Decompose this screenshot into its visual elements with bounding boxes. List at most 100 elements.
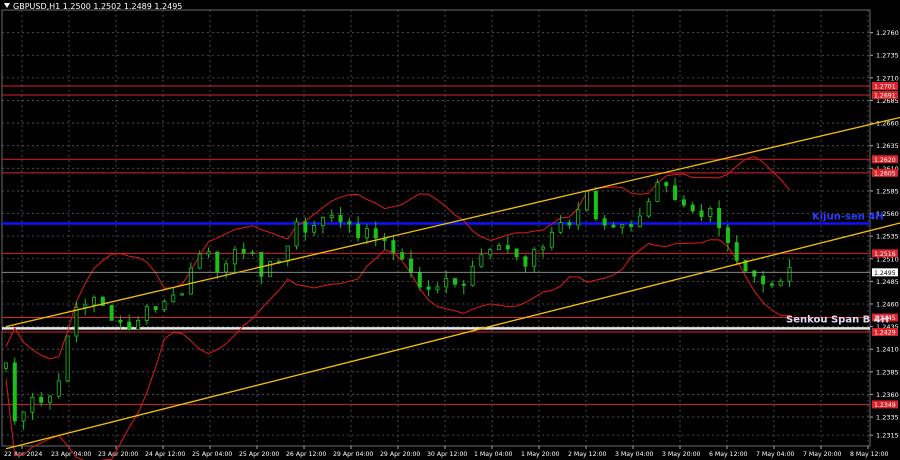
symbol-ohlc-text: GBPUSD,H1 1.2500 1.2502 1.2489 1.2495 (13, 2, 183, 11)
candle-body (127, 321, 132, 330)
candle-body (488, 249, 493, 256)
candle-body (699, 210, 704, 217)
candle-body (171, 294, 176, 302)
candle-body (338, 214, 343, 223)
candle-body (479, 254, 484, 267)
y-tick-label: 1.2760 (876, 29, 899, 37)
candle-body (30, 396, 35, 413)
y-tick-label: 1.2335 (876, 414, 899, 422)
candle-body (585, 191, 590, 211)
candle-body (646, 201, 651, 217)
candle-body (505, 245, 510, 250)
candle-body (241, 248, 246, 254)
candle-body (206, 251, 211, 255)
candle-body (21, 411, 26, 422)
x-tick-label: 30 Apr 12:00 (427, 451, 467, 458)
candle-body (593, 191, 598, 220)
x-tick-label: 29 Apr 04:00 (333, 451, 373, 458)
senkou-span-b-label: Senkou Span B 4H (786, 314, 889, 325)
y-tick-label: 1.2460 (876, 300, 899, 308)
candle-body (373, 228, 378, 239)
y-tick-label: 1.2385 (876, 368, 899, 376)
candle-body (611, 224, 616, 228)
candle-body (232, 248, 237, 265)
x-tick-label: 23 Apr 04:00 (51, 451, 91, 458)
level-price-label: 1.2429 (874, 330, 896, 337)
level-price-label: 1.2691 (874, 93, 896, 100)
candle-body (48, 395, 53, 403)
y-tick-label: 1.2410 (876, 346, 899, 354)
candle-body (444, 278, 449, 288)
level-price-label: 1.2349 (874, 402, 896, 409)
candle-body (109, 305, 114, 321)
candle-body (92, 296, 97, 306)
y-tick-label: 1.2535 (876, 233, 899, 241)
candle-body (435, 286, 440, 290)
candle-body (690, 204, 695, 212)
x-tick-label: 26 Apr 12:00 (286, 451, 326, 458)
candle-body (329, 214, 334, 218)
candle-body (558, 222, 563, 233)
candle-body (268, 261, 273, 277)
candle-body (576, 209, 581, 226)
candle-body (761, 275, 766, 285)
y-tick-label: 1.2635 (876, 142, 899, 150)
price-chart[interactable]: 1.23151.23351.23601.23851.24101.24351.24… (0, 0, 900, 460)
candle-body (224, 263, 229, 273)
candle-body (12, 362, 17, 422)
candle-body (769, 283, 774, 286)
candle-body (567, 222, 572, 226)
x-tick-label: 7 May 04:00 (756, 451, 795, 458)
x-tick-label: 8 May 12:00 (850, 451, 889, 458)
candle-body (752, 270, 757, 277)
candle-body (4, 362, 9, 369)
candle-body (312, 225, 317, 233)
candle-body (717, 208, 722, 229)
candle-body (285, 245, 290, 262)
y-tick-label: 1.2485 (876, 278, 899, 286)
level-price-label: 1.2620 (874, 157, 896, 164)
candle-body (673, 185, 678, 201)
x-tick-label: 7 May 20:00 (803, 451, 842, 458)
kijun-sen-label: Kijun-sen 4H (812, 211, 884, 222)
x-tick-label: 25 Apr 04:00 (192, 451, 232, 458)
candle-body (734, 242, 739, 261)
candle-body (778, 280, 783, 286)
candle-body (320, 217, 325, 226)
x-tick-label: 6 May 12:00 (709, 451, 748, 458)
candle-body (452, 278, 457, 285)
candle-body (65, 335, 70, 382)
x-tick-label: 25 Apr 20:00 (239, 451, 279, 458)
level-price-label: 1.2701 (874, 83, 896, 90)
candle-body (294, 221, 299, 247)
plot-area (1, 9, 871, 447)
collapse-triangle-icon[interactable] (4, 3, 10, 8)
x-tick-label: 24 Apr 12:00 (145, 451, 185, 458)
y-tick-label: 1.2315 (876, 432, 899, 440)
candle-body (144, 306, 149, 321)
candle-body (197, 253, 202, 269)
y-tick-label: 1.2585 (876, 187, 899, 195)
candle-body (629, 224, 634, 227)
candle-body (514, 248, 519, 258)
candle-body (391, 240, 396, 253)
level-price-label: 1.2605 (874, 170, 896, 177)
x-tick-label: 1 May 04:00 (474, 451, 513, 458)
candle-body (541, 246, 546, 250)
candle-body (787, 266, 792, 282)
candle-body (725, 227, 730, 243)
candle-body (250, 251, 255, 254)
candle-body (303, 221, 308, 233)
candle-body (39, 396, 44, 403)
candle-body (408, 258, 413, 274)
candle-body (620, 224, 625, 228)
x-tick-label: 2 May 12:00 (568, 451, 607, 458)
x-tick-label: 3 May 04:00 (615, 451, 654, 458)
candle-body (417, 272, 422, 288)
candle-body (523, 256, 528, 267)
candle-body (356, 223, 361, 239)
level-price-label: 1.2516 (874, 251, 896, 258)
candle-body (136, 320, 141, 330)
chart-title: GBPUSD,H1 1.2500 1.2502 1.2489 1.2495 (4, 2, 182, 11)
candle-body (461, 283, 466, 286)
